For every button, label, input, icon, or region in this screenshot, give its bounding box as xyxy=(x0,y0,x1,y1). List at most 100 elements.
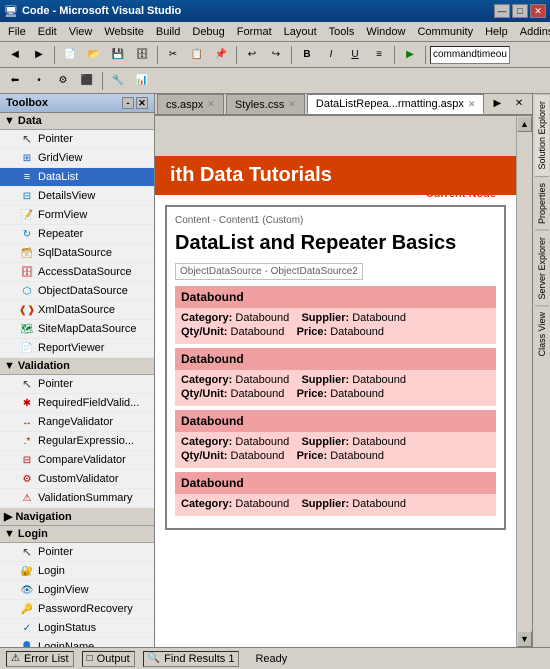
maximize-button[interactable]: □ xyxy=(512,4,528,18)
toolbox-item-accessds[interactable]: 🗄 AccessDataSource xyxy=(0,263,154,282)
toolbox-item-reportviewer[interactable]: 📄 ReportViewer xyxy=(0,339,154,358)
undo-button[interactable]: ↩ xyxy=(241,44,263,66)
toolbox-item-passwordrecovery[interactable]: 🔑 PasswordRecovery xyxy=(0,600,154,619)
datalist-item-2: Databound Category: Databound Supplier: … xyxy=(175,410,496,468)
copy-button[interactable]: 📋 xyxy=(186,44,208,66)
close-button[interactable]: ✕ xyxy=(530,4,546,18)
tab-styles[interactable]: Styles.css ✕ xyxy=(226,94,305,114)
menu-community[interactable]: Community xyxy=(411,24,479,40)
toolbox-item-compare[interactable]: ⊟ CompareValidator xyxy=(0,451,154,470)
paste-button[interactable]: 📌 xyxy=(210,44,232,66)
tab-datalist-close[interactable]: ✕ xyxy=(468,99,476,110)
toolbox-item-val-pointer[interactable]: ↖ Pointer xyxy=(0,375,154,394)
right-tab-properties[interactable]: Properties xyxy=(535,176,549,230)
scrollbar-v[interactable]: ▲ ▼ xyxy=(516,116,532,647)
menu-help[interactable]: Help xyxy=(479,24,514,40)
menu-debug[interactable]: Debug xyxy=(186,24,230,40)
menu-tools[interactable]: Tools xyxy=(323,24,361,40)
tabs-scroll-right[interactable]: ▶ xyxy=(486,94,508,114)
underline-button[interactable]: U xyxy=(344,44,366,66)
toolbox-section-login[interactable]: ▼ Login xyxy=(0,526,154,543)
menu-website[interactable]: Website xyxy=(98,24,150,40)
menu-format[interactable]: Format xyxy=(231,24,278,40)
category-label-3: Category: xyxy=(181,498,232,510)
toolbox-item-gridview[interactable]: ⊞ GridView xyxy=(0,149,154,168)
scroll-up-button[interactable]: ▲ xyxy=(517,116,532,132)
window-controls[interactable]: — □ ✕ xyxy=(494,4,546,18)
toolbox-item-pointer[interactable]: ↖ Pointer xyxy=(0,130,154,149)
tb2-btn1[interactable]: ⬅ xyxy=(4,70,26,92)
toolbox-item-login[interactable]: 🔐 Login xyxy=(0,562,154,581)
toolbox-item-loginname[interactable]: 👤 LoginName xyxy=(0,638,154,647)
toolbox-item-repeater[interactable]: ↻ Repeater xyxy=(0,225,154,244)
qty-label-2: Qty/Unit: xyxy=(181,450,227,462)
new-button[interactable]: 📄 xyxy=(59,44,81,66)
menu-view[interactable]: View xyxy=(63,24,99,40)
toolbox-item-requiredfv[interactable]: ✱ RequiredFieldValid... xyxy=(0,394,154,413)
align-button[interactable]: ≡ xyxy=(368,44,390,66)
save-all-button[interactable]: 🗄 xyxy=(131,44,153,66)
toolbox-item-login-pointer[interactable]: ↖ Pointer xyxy=(0,543,154,562)
forward-button[interactable]: ▶ xyxy=(28,44,50,66)
sep-6 xyxy=(425,46,426,64)
find-results-label: Find Results 1 xyxy=(164,653,234,665)
tab-cs-aspx[interactable]: cs.aspx ✕ xyxy=(157,94,224,114)
back-button[interactable]: ◀ xyxy=(4,44,26,66)
minimize-button[interactable]: — xyxy=(494,4,510,18)
toolbox-item-objectds[interactable]: ⬡ ObjectDataSource xyxy=(0,282,154,301)
toolbox-item-range[interactable]: ↔ RangeValidator xyxy=(0,413,154,432)
range-icon: ↔ xyxy=(20,415,34,429)
menu-layout[interactable]: Layout xyxy=(278,24,323,40)
category-label-2: Category: xyxy=(181,436,232,448)
toolbox-item-xmlds[interactable]: ❰❱ XmlDataSource xyxy=(0,301,154,320)
tb2-btn2[interactable]: • xyxy=(28,70,50,92)
right-tab-server[interactable]: Server Explorer xyxy=(535,230,549,306)
toolbox-item-detailsview[interactable]: ⊟ DetailsView xyxy=(0,187,154,206)
play-button[interactable]: ▶ xyxy=(399,44,421,66)
open-button[interactable]: 📂 xyxy=(83,44,105,66)
valsum-icon: ⚠ xyxy=(20,491,34,505)
toolbox-item-formview[interactable]: 📝 FormView xyxy=(0,206,154,225)
toolbox-item-sitemapds[interactable]: 🗺 SiteMapDataSource xyxy=(0,320,154,339)
italic-button[interactable]: I xyxy=(320,44,342,66)
toolbox-item-datalist[interactable]: ≡ DataList xyxy=(0,168,154,187)
command-input[interactable] xyxy=(430,46,510,64)
toolbox-item-custom[interactable]: ⚙ CustomValidator xyxy=(0,470,154,489)
breadcrumb-root[interactable]: Root Node > xyxy=(422,164,496,176)
right-tab-solution[interactable]: Solution Explorer xyxy=(535,94,549,176)
toolbox-item-valsum[interactable]: ⚠ ValidationSummary xyxy=(0,489,154,508)
tab-styles-close[interactable]: ✕ xyxy=(288,99,296,110)
toolbox-pin[interactable]: - xyxy=(122,97,134,109)
toolbox-section-data[interactable]: ▼ Data xyxy=(0,113,154,130)
tab-datalist[interactable]: DataListRepea...rmatting.aspx ✕ xyxy=(307,94,485,114)
bold-button[interactable]: B xyxy=(296,44,318,66)
breadcrumb-parent[interactable]: Parent Node > xyxy=(422,176,496,188)
status-find-results[interactable]: 🔍 Find Results 1 xyxy=(143,651,240,667)
save-button[interactable]: 💾 xyxy=(107,44,129,66)
tb2-btn5[interactable]: 🔧 xyxy=(107,70,129,92)
toolbox-section-navigation[interactable]: ▶ Navigation xyxy=(0,508,154,526)
status-output[interactable]: □ Output xyxy=(82,651,135,667)
menu-window[interactable]: Window xyxy=(360,24,411,40)
toolbox-item-regex[interactable]: .* RegularExpressio... xyxy=(0,432,154,451)
menu-addins[interactable]: Addins xyxy=(514,24,550,40)
toolbox-close[interactable]: ✕ xyxy=(136,97,148,109)
tb2-btn6[interactable]: 📊 xyxy=(131,70,153,92)
toolbox-item-loginview[interactable]: 👁 LoginView xyxy=(0,581,154,600)
scroll-down-button[interactable]: ▼ xyxy=(517,631,532,647)
tabs-close-all[interactable]: ✕ xyxy=(508,94,530,114)
toolbox-item-loginstatus[interactable]: ✓ LoginStatus xyxy=(0,619,154,638)
menu-build[interactable]: Build xyxy=(150,24,186,40)
cut-button[interactable]: ✂ xyxy=(162,44,184,66)
breadcrumb-current[interactable]: Current Node xyxy=(422,188,496,200)
toolbox-section-validation[interactable]: ▼ Validation xyxy=(0,358,154,375)
redo-button[interactable]: ↪ xyxy=(265,44,287,66)
toolbox-item-sqlds[interactable]: 🗃 SqlDataSource xyxy=(0,244,154,263)
tb2-btn3[interactable]: ⚙ xyxy=(52,70,74,92)
status-error-list[interactable]: ⚠ Error List xyxy=(6,651,74,667)
tab-cs-close[interactable]: ✕ xyxy=(207,99,215,110)
menu-file[interactable]: File xyxy=(2,24,32,40)
tb2-btn4[interactable]: ⬛ xyxy=(76,70,98,92)
right-tab-class[interactable]: Class View xyxy=(535,305,549,362)
menu-edit[interactable]: Edit xyxy=(32,24,63,40)
